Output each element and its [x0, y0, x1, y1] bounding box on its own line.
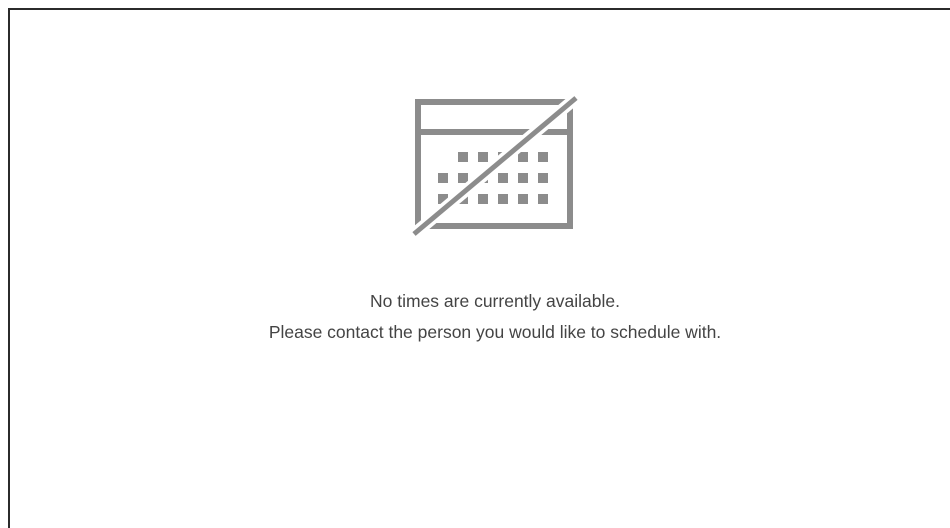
- empty-state: No times are currently available. Please…: [0, 0, 950, 507]
- no-times-text: No times are currently available.: [370, 291, 620, 311]
- contact-person-text: Please contact the person you would like…: [268, 322, 722, 342]
- empty-state-message: No times are currently available. Please…: [0, 286, 950, 348]
- calendar-slash-icon: [408, 96, 584, 238]
